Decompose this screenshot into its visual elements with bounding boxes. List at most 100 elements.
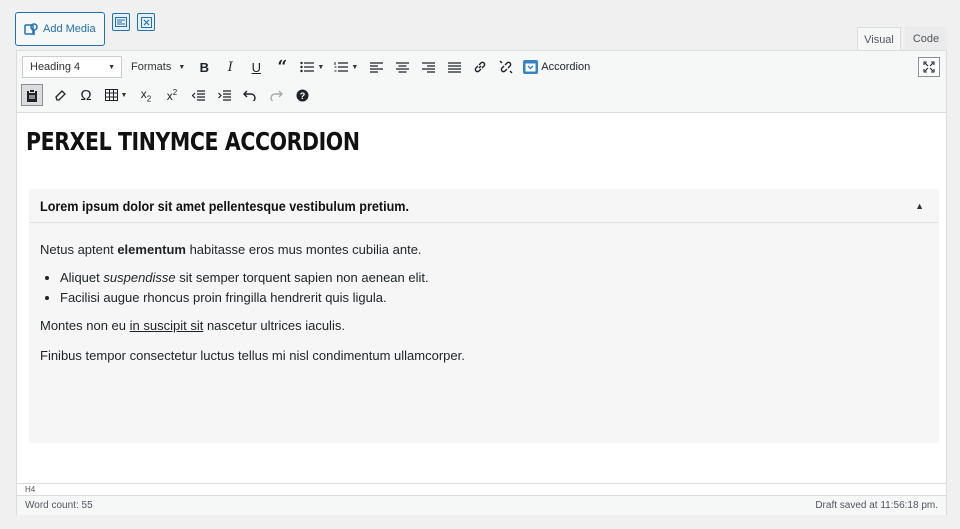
list-item: Aliquet suspendisse sit semper torquent … [60, 268, 928, 288]
table-icon [104, 89, 118, 101]
italic-text: suspendisse [103, 270, 176, 285]
close-box-icon [140, 16, 152, 28]
align-left-button[interactable] [363, 54, 389, 80]
bold-icon: B [199, 59, 209, 75]
add-media-button[interactable]: Add Media [15, 12, 105, 46]
accordion-title: Lorem ipsum dolor sit amet pellentesque … [40, 197, 409, 214]
page-heading: PERXEL TINYMCE ACCORDION [26, 127, 360, 156]
undo-icon [243, 90, 256, 101]
subscript-button[interactable]: x2 [133, 82, 159, 108]
insert-link-button[interactable] [467, 54, 493, 80]
chevron-down-icon: ▼ [317, 63, 325, 71]
formats-label: Formats [131, 61, 172, 73]
outdent-button[interactable] [185, 82, 211, 108]
text: Netus aptent [40, 242, 118, 257]
italic-button[interactable]: I [217, 54, 243, 80]
block-format-value: Heading 4 [30, 61, 81, 73]
formats-menu[interactable]: Formats ▼ [131, 61, 185, 73]
align-right-icon [421, 61, 435, 73]
text: Aliquet [60, 270, 104, 285]
word-count: Word count: 55 [25, 500, 93, 511]
chevron-down-icon: ▼ [351, 63, 359, 71]
unlink-icon [499, 60, 513, 74]
help-icon: ? [296, 89, 308, 101]
accordion-paragraph-1: Netus aptent elementum habitasse eros mu… [40, 240, 928, 260]
chevron-down-icon: ▼ [108, 63, 115, 71]
remove-link-button[interactable] [493, 54, 519, 80]
bold-text: elementum [117, 242, 186, 257]
accordion-paragraph-3: Finibus tempor consectetur luctus tellus… [40, 348, 465, 363]
underline-icon: U [251, 59, 261, 75]
text: nascetur ultrices iaculis. [203, 318, 345, 333]
block-format-select[interactable]: Heading 4 ▼ [22, 56, 122, 78]
toolbar-row-1: Heading 4 ▼ Formats ▼ B I U “ ▼ ▼ Accord… [21, 54, 942, 80]
special-character-button[interactable]: Ω [73, 82, 99, 108]
accordion-block: Lorem ipsum dolor sit amet pellentesque … [29, 189, 939, 443]
accordion-paragraph-2: Montes non eu in suscipit sit nascetur u… [40, 316, 928, 336]
link-icon [475, 61, 486, 73]
underlined-text: in suscipit sit [129, 318, 204, 333]
blockquote-button[interactable]: “ [269, 54, 295, 80]
text: Montes non eu [40, 318, 130, 333]
align-left-icon [369, 61, 383, 73]
outdent-icon [191, 89, 205, 101]
paste-text-button[interactable] [21, 84, 43, 106]
tab-code[interactable]: Code [905, 27, 947, 51]
fullscreen-icon [923, 61, 935, 73]
redo-icon [270, 90, 283, 101]
fullscreen-button[interactable] [918, 57, 940, 77]
form-icon [115, 17, 127, 27]
chevron-up-icon[interactable]: ▲ [915, 201, 924, 211]
align-center-icon [395, 61, 409, 73]
text: sit semper torquent sapien non aenean el… [175, 270, 429, 285]
indent-icon [217, 89, 231, 101]
chevron-down-icon: ▼ [120, 91, 128, 99]
accordion-icon [523, 60, 539, 74]
align-center-button[interactable] [389, 54, 415, 80]
eraser-icon [54, 89, 66, 101]
help-button[interactable]: ? [289, 82, 315, 108]
subscript-icon: x2 [140, 86, 152, 104]
editor-content[interactable]: PERXEL TINYMCE ACCORDION Lorem ipsum dol… [17, 113, 946, 483]
bold-button[interactable]: B [191, 54, 217, 80]
bullet-list-button[interactable]: ▼ [295, 54, 329, 80]
accordion-button[interactable]: Accordion [523, 60, 590, 74]
status-bar: Word count: 55 Draft saved at 11:56:18 p… [17, 495, 946, 515]
italic-icon: I [227, 59, 233, 75]
clear-formatting-button[interactable] [47, 82, 73, 108]
table-button[interactable]: ▼ [99, 82, 133, 108]
accordion-label: Accordion [541, 61, 591, 73]
media-icon [24, 23, 38, 35]
add-media-label: Add Media [43, 23, 96, 35]
accordion-list: Aliquet suspendisse sit semper torquent … [60, 268, 928, 308]
underline-button[interactable]: U [243, 54, 269, 80]
editor-toolbar: Heading 4 ▼ Formats ▼ B I U “ ▼ ▼ Accord… [17, 51, 946, 113]
draft-saved-status: Draft saved at 11:56:18 pm. [815, 500, 938, 511]
accordion-header[interactable]: Lorem ipsum dolor sit amet pellentesque … [29, 189, 939, 223]
numbered-list-icon [334, 62, 349, 72]
bullet-list-icon [300, 61, 315, 73]
clipboard-icon [27, 88, 37, 102]
svg-text:?: ? [299, 91, 305, 101]
align-right-button[interactable] [415, 54, 441, 80]
shortcode-icon-button[interactable] [137, 13, 155, 31]
redo-button[interactable] [263, 82, 289, 108]
chevron-down-icon: ▼ [178, 63, 186, 71]
undo-button[interactable] [237, 82, 263, 108]
justify-button[interactable] [441, 54, 467, 80]
tab-visual[interactable]: Visual [857, 27, 901, 51]
toolbar-row-2: Ω ▼ x2 x2 ? [21, 82, 942, 108]
element-path[interactable]: H4 [17, 483, 946, 495]
form-icon-button[interactable] [112, 13, 130, 31]
list-item: Facilisi augue rhoncus proin fringilla h… [60, 288, 928, 308]
editor-frame: Heading 4 ▼ Formats ▼ B I U “ ▼ ▼ Accord… [16, 50, 947, 515]
superscript-button[interactable]: x2 [159, 82, 185, 108]
justify-icon [447, 61, 461, 73]
text: habitasse eros mus montes cubilia ante. [185, 242, 422, 257]
omega-icon: Ω [80, 86, 92, 104]
superscript-icon: x2 [166, 87, 178, 103]
quote-icon: “ [277, 57, 288, 77]
numbered-list-button[interactable]: ▼ [329, 54, 363, 80]
accordion-body: Netus aptent elementum habitasse eros mu… [29, 223, 939, 366]
indent-button[interactable] [211, 82, 237, 108]
